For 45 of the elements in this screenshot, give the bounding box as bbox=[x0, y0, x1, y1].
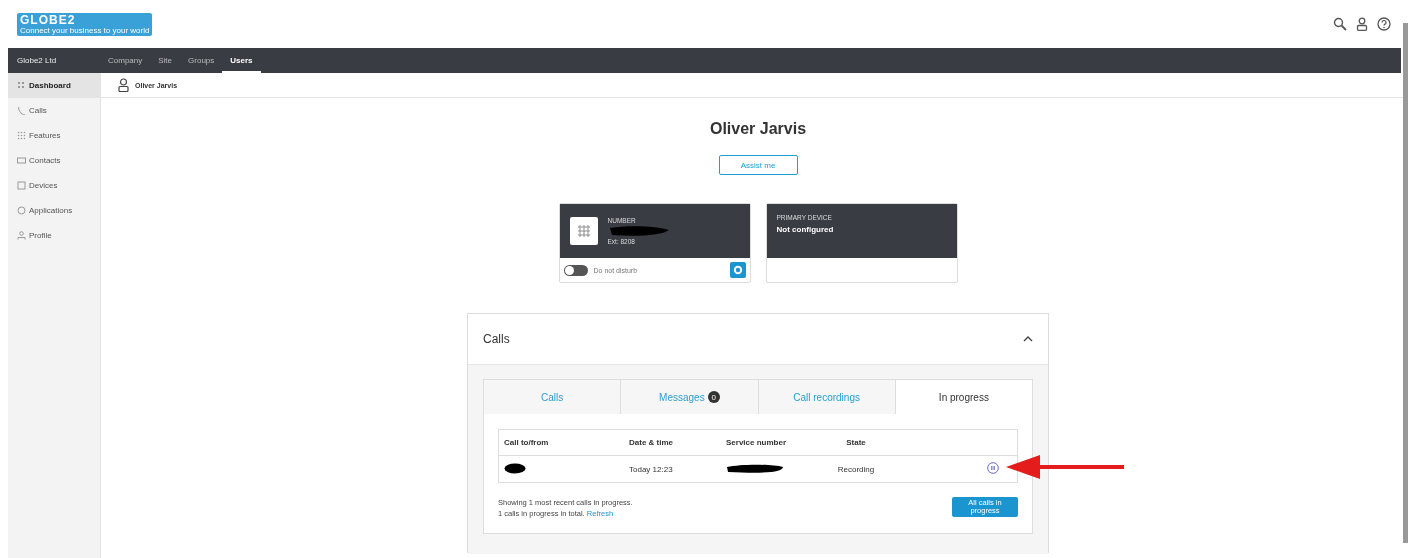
pause-button[interactable] bbox=[987, 462, 999, 474]
user-icon[interactable] bbox=[1356, 17, 1368, 31]
user-name: Oliver Jarvis bbox=[709, 120, 807, 138]
card-value: Not configured bbox=[776, 225, 834, 234]
redaction-mark bbox=[504, 462, 526, 474]
sidebar-item[interactable]: Dashboard bbox=[8, 73, 100, 98]
nav-tab[interactable]: Users bbox=[222, 48, 261, 73]
nav-tab[interactable]: Groups bbox=[180, 48, 223, 73]
square-icon bbox=[17, 181, 26, 190]
circle-icon bbox=[17, 206, 26, 215]
user-icon bbox=[118, 78, 129, 92]
search-icon[interactable] bbox=[1333, 17, 1347, 31]
help-icon[interactable] bbox=[1377, 17, 1391, 31]
company-name: Globe2 Ltd bbox=[16, 56, 58, 65]
sidebar-item[interactable]: Calls bbox=[8, 98, 100, 123]
count-badge: 0 bbox=[707, 391, 720, 403]
settings-button[interactable] bbox=[729, 262, 746, 278]
redaction-mark bbox=[726, 462, 784, 474]
panel-title: Calls bbox=[483, 332, 510, 346]
sidebar-item[interactable]: Devices bbox=[8, 173, 100, 198]
column-header: Date & time bbox=[624, 429, 721, 456]
grid-icon bbox=[17, 81, 26, 90]
dialpad-icon bbox=[569, 217, 598, 245]
sidebar-item[interactable]: Features bbox=[8, 123, 100, 148]
phone-icon bbox=[17, 106, 26, 115]
sidebar-item[interactable]: Profile bbox=[8, 223, 100, 248]
toggle-switch[interactable] bbox=[563, 264, 588, 276]
user-icon bbox=[17, 231, 26, 240]
scrollbar[interactable] bbox=[1403, 23, 1408, 543]
card-icon bbox=[17, 156, 26, 165]
dots-icon bbox=[17, 131, 26, 140]
tab[interactable]: In progress bbox=[895, 380, 1032, 414]
logo-tagline: Connect your business to your world bbox=[20, 25, 150, 35]
column-header: Service number bbox=[721, 429, 816, 456]
logo-text: GLOBE2 bbox=[20, 13, 77, 26]
nav-tab[interactable]: Site bbox=[150, 48, 181, 73]
column-header: State bbox=[816, 429, 896, 456]
sidebar-item[interactable]: Applications bbox=[8, 198, 100, 223]
table-cell: Recording bbox=[816, 455, 896, 483]
column-header: Call to/from bbox=[498, 429, 624, 456]
nav-tab[interactable]: Company bbox=[100, 48, 151, 73]
sidebar-item[interactable]: Contacts bbox=[8, 148, 100, 173]
table-cell: Today 12:23 bbox=[624, 455, 721, 483]
chevron-icon[interactable] bbox=[1023, 336, 1033, 342]
redaction-mark bbox=[607, 225, 670, 237]
